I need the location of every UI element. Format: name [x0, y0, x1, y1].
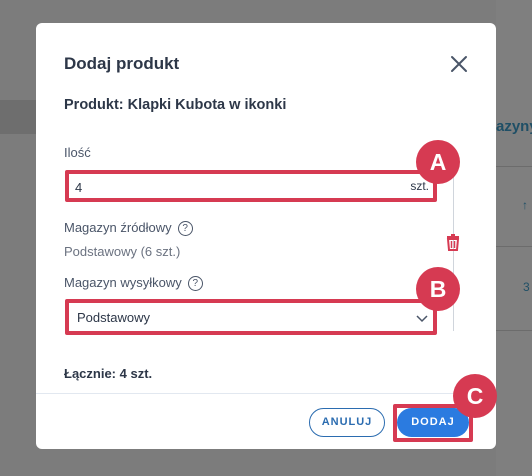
total-summary: Łącznie: 4 szt. [64, 366, 153, 381]
background-right-panel [496, 0, 532, 476]
shipping-warehouse-label: Magazyn wysyłkowy [64, 275, 182, 290]
background-divider [496, 246, 532, 247]
add-button[interactable]: DODAJ [397, 408, 469, 437]
trash-icon [446, 234, 460, 251]
delete-button[interactable] [444, 233, 462, 251]
background-column-heading: azyny [496, 118, 532, 135]
close-button[interactable] [448, 53, 470, 75]
chevron-down-icon [416, 315, 428, 323]
annotation-marker-b: B [416, 267, 460, 311]
background-cell-value: 3 [523, 280, 530, 294]
close-icon [451, 56, 467, 72]
shipping-warehouse-label-row: Magazyn wysyłkowy? [64, 275, 203, 292]
source-warehouse-label-row: Magazyn źródłowy? [64, 220, 193, 237]
footer-divider [36, 393, 496, 394]
shipping-warehouse-selected: Podstawowy [77, 310, 150, 325]
background-divider [496, 166, 532, 167]
shipping-warehouse-select[interactable]: Podstawowy [65, 299, 437, 335]
cancel-button[interactable]: ANULUJ [309, 408, 385, 437]
quantity-input[interactable] [75, 178, 395, 196]
dialog-title: Dodaj produkt [64, 54, 180, 73]
help-icon[interactable]: ? [187, 276, 203, 292]
background-band [0, 100, 40, 134]
annotation-marker-c: C [453, 374, 497, 418]
background-divider [496, 330, 532, 331]
add-product-dialog: Dodaj produkt Produkt: Klapki Kubota w i… [36, 23, 496, 449]
help-icon[interactable]: ? [177, 221, 193, 237]
product-name: Produkt: Klapki Kubota w ikonki [64, 97, 287, 113]
annotation-marker-a: A [416, 140, 460, 184]
quantity-field[interactable]: szt. [65, 170, 437, 202]
background-sort-icon: ↑ [522, 198, 528, 212]
quantity-label: Ilość [64, 145, 91, 160]
source-warehouse-label: Magazyn źródłowy [64, 220, 172, 235]
source-warehouse-value: Podstawowy (6 szt.) [64, 244, 181, 259]
